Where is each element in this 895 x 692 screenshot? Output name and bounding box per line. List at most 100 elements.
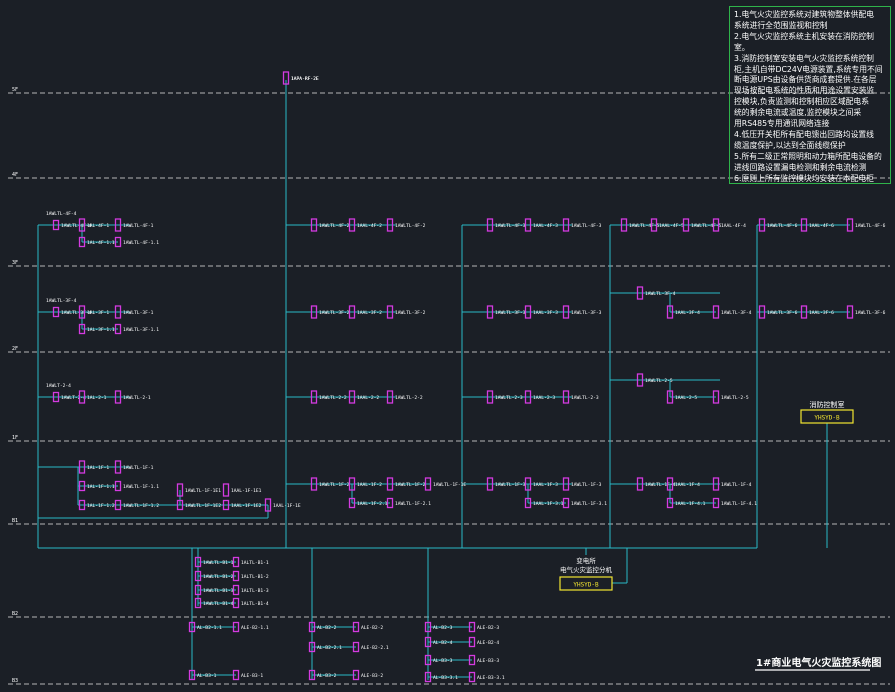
module-label: 1AAL-3F-6 <box>809 310 834 316</box>
module-label: 1AAL-1F-3 <box>533 482 558 488</box>
module-label: 1AWLTL-2-3 <box>495 395 523 401</box>
module-label: 1AWLTL-4F-3 <box>571 223 602 229</box>
module-label: 1AWLT-2-4 <box>61 395 86 401</box>
module-label: 1AWLTL-4F-2 <box>395 223 426 229</box>
module-label: 1AWLTL-2-3 <box>571 395 599 401</box>
control-room-title: 消防控制室 <box>810 400 845 409</box>
module-label: 1AL-1F-1.1 <box>87 484 115 490</box>
control-room: 消防控制室 YHSYD-B <box>800 400 854 424</box>
distribution-room-host-label: YHSYD-B <box>573 582 599 589</box>
floor-label: 4F <box>12 172 18 178</box>
floor-label: 1F <box>12 435 18 441</box>
floor-label: 3F <box>12 260 18 266</box>
note-line: 5.所有二级正常照明和动力箱所配电设备的 <box>734 151 882 161</box>
module-label: 1AAL-1F-2 <box>357 482 382 488</box>
module-label: 1AL-4F-1.1 <box>87 240 115 246</box>
module-label: 1AAL-4F-3 <box>533 223 558 229</box>
module-label: 1AWLTL-3F-1 <box>123 310 154 316</box>
note-line: 系统进行全范围监视和控制 <box>734 20 828 30</box>
module-label: AL-B2-4 <box>433 640 453 646</box>
module-box <box>222 483 230 497</box>
module-label: AL-B2-1.1 <box>197 625 222 631</box>
module-label: 1AWLTL-2-5 <box>721 395 749 401</box>
module-label: 1AL-3F-1.1 <box>87 327 115 333</box>
drawing-title: 1#商业电气火灾监控系统图 <box>755 656 881 671</box>
module-label: 1AAL-3F-4 <box>675 310 700 316</box>
module-label: 1AWLTL-4F-5 <box>691 223 722 229</box>
module-label: AL-B3-2 <box>317 673 337 679</box>
module-label: 1AL-1F-1 <box>87 465 109 471</box>
module-label: 1AAL-3F-3 <box>533 310 558 316</box>
module-label: 1AAL-2-2 <box>357 395 379 401</box>
module-label: 1ALTL-B1-1 <box>241 560 269 566</box>
module-label: AL-B2-3 <box>433 625 453 631</box>
note-line: 缆温度保护,以达到全面线缆保护 <box>734 140 846 150</box>
floor-label: B1 <box>12 518 18 524</box>
module-label: 1AWLTL-3F-3 <box>495 310 526 316</box>
module-label: AL-B2-2.1 <box>317 645 342 651</box>
module-label: 1AWLTL-4F-6 <box>767 223 798 229</box>
module-label: 1AWLTL-3F-6 <box>767 310 798 316</box>
row-tag-label: 1AWLT-2-4 <box>46 383 71 389</box>
module-label: AL-B2-2 <box>317 625 337 631</box>
note-line: 用RS485专用通讯网络连接 <box>734 119 830 129</box>
module-label: 1AWLTL-B1-4 <box>203 601 234 607</box>
module-label: ALE-B3-1 <box>241 673 263 679</box>
module-label: 1AWLTL-1F-1.1 <box>123 484 159 490</box>
module-label: ALE-B2-2 <box>361 625 383 631</box>
module-label: 1AWLTL-3F-6 <box>855 310 886 316</box>
module-label: 1AAL-2-3 <box>533 395 555 401</box>
control-room-host-label: YHSYD-B <box>814 415 840 422</box>
module-label: 1AWLTL-3F-1.1 <box>123 327 159 333</box>
module-label: 1ALTL-B1-4 <box>241 601 269 607</box>
module-label: 1AWLTL-4F-2 <box>319 223 350 229</box>
module-label: ALE-B2-4 <box>477 640 499 646</box>
note-line: 6.原则上所有监控模块均安装在本配电柜 <box>734 173 874 183</box>
note-line: 4.低压开关柜所有配电馈出回路均设置线 <box>734 129 874 139</box>
module-label: ALE-B2-1.1 <box>241 625 269 631</box>
note-line: 1.电气火灾监控系统对建筑物整体供配电 <box>734 10 874 19</box>
note-line: 室。 <box>734 42 750 52</box>
note-line: 控模块,负责监测和控制相应区域配电系 <box>734 97 870 107</box>
module-label: 1AWLTL-1F-3 <box>495 482 526 488</box>
note-line: 进线回路设置漏电检测和剩余电流检测 <box>734 162 867 172</box>
module-label: 1AAL-1F-4 <box>675 482 700 488</box>
module-label: 1AAL-4F-6 <box>809 223 834 229</box>
module-label: ALE-B2-2.1 <box>361 645 389 651</box>
module-label: 1AAL-1F-1E2 <box>231 503 262 509</box>
module-label: 1AWLTL-1F-1E <box>433 482 466 488</box>
design-notes: 1.电气火灾监控系统对建筑物整体供配电 系统进行全范围监视和控制 2.电气火灾监控系… <box>729 6 891 184</box>
row-tag-label: 1AWLTL-3F-4 <box>46 298 77 304</box>
module-label: AL-B3-1 <box>197 673 217 679</box>
module-label: 1AAL-4F-5 <box>659 223 684 229</box>
module-label: 1AAL-3F-2 <box>357 310 382 316</box>
distribution-room: 变电所 电气火灾监控分机 YHSYD-B <box>559 556 613 591</box>
module-label: 1AL-4F-1 <box>87 223 109 229</box>
module-label: 1AWLTL-1F-2.1 <box>395 501 431 507</box>
module-label: 1AWLTL-3F-4 <box>645 291 676 297</box>
module-label: 1AWLTL-1F-1.2 <box>123 503 159 509</box>
module-label: 1AAL-1F-4.1 <box>675 501 706 507</box>
module-label: 1AAL-1F-2.1 <box>357 501 388 507</box>
module-label: ALE-B3-3 <box>477 658 499 664</box>
module-label: 1AWLTL-1F-2 <box>319 482 350 488</box>
note-line: 3.消防控制室安装电气火灾监控系统控制 <box>734 53 874 63</box>
module-label: 1AWLTL-1F-4 <box>645 482 676 488</box>
module-label: 1AWLTL-4F-1.1 <box>123 240 159 246</box>
module-label: 1AWLTL-4F-6 <box>855 223 886 229</box>
module-label: 1AWLTL-B1-1 <box>203 560 234 566</box>
note-line: 2.电气火灾监控系统主机安装在消防控制 <box>734 31 874 41</box>
module-label: 1AWLTL-1F-1 <box>123 465 154 471</box>
module-label: 1AL-1F-1.2 <box>87 503 115 509</box>
module-label: 1AWLTL-1F-3.1 <box>571 501 607 507</box>
module-label: 1AAL-1F-3.1 <box>533 501 564 507</box>
note-line: 断电源UPS由设备供货商成套提供.在各层 <box>734 75 877 85</box>
module-label: 1AWLTL-3F-2 <box>319 310 350 316</box>
module-label: 1AWLTL-4F-3 <box>495 223 526 229</box>
module-label: 1AAL-1F-1E1 <box>231 488 262 494</box>
module-label: 1AWLTL-1F-2 <box>395 482 426 488</box>
module-label: 1AL-3F-1 <box>87 310 109 316</box>
row-tag-label: 1AWLTL-4F-4 <box>46 211 77 217</box>
floor-label: 5F <box>12 87 18 93</box>
module-label: 1AWLTL-1F-3 <box>571 482 602 488</box>
